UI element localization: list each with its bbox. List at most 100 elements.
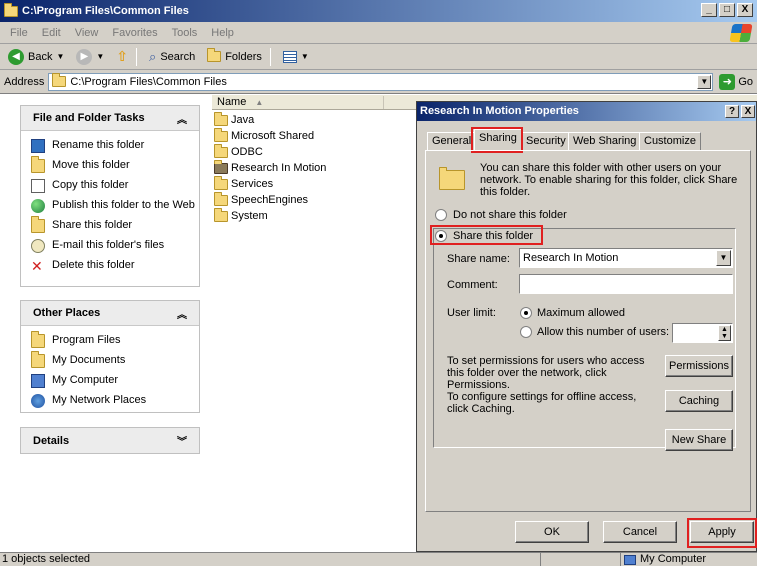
folders-button[interactable]: Folders bbox=[203, 46, 266, 68]
folder-icon bbox=[214, 143, 228, 158]
task-email-files[interactable]: E-mail this folder's files bbox=[31, 239, 199, 253]
task-pane: File and Folder Tasks ︽ Rename this fold… bbox=[0, 95, 212, 552]
task-rename-folder[interactable]: Rename this folder bbox=[31, 139, 199, 153]
place-program-files[interactable]: Program Files bbox=[31, 331, 199, 348]
spinner-icon[interactable]: ▲ ▼ bbox=[718, 325, 731, 341]
views-icon bbox=[282, 50, 297, 63]
dialog-title-bar[interactable]: Research In Motion Properties bbox=[417, 102, 756, 121]
minimize-button[interactable]: _ bbox=[701, 3, 717, 17]
status-divider bbox=[540, 553, 541, 566]
details-panel: Details ︾ bbox=[20, 427, 200, 454]
chevron-down-icon[interactable]: ▼ bbox=[716, 250, 731, 266]
no-share-label[interactable]: Do not share this folder bbox=[453, 209, 567, 221]
permissions-button[interactable]: Permissions bbox=[665, 355, 733, 377]
place-my-network-places[interactable]: My Network Places bbox=[31, 394, 199, 408]
list-item[interactable]: Java bbox=[214, 111, 254, 127]
close-button[interactable]: X bbox=[737, 3, 753, 17]
dialog-title: Research In Motion Properties bbox=[420, 105, 579, 117]
tab-web-sharing[interactable]: Web Sharing bbox=[568, 132, 642, 151]
go-label: Go bbox=[738, 75, 754, 88]
window-title-bar[interactable]: C:\Program Files\Common Files _ □ X bbox=[0, 0, 757, 22]
place-my-documents[interactable]: My Documents bbox=[31, 351, 199, 368]
menu-help[interactable]: Help bbox=[211, 27, 234, 39]
sort-asc-icon: ▲ bbox=[255, 98, 264, 107]
no-share-radio[interactable] bbox=[435, 209, 447, 221]
folder-open-icon bbox=[214, 159, 228, 174]
forward-arrow-icon: ▶ bbox=[76, 48, 93, 65]
place-label: My Documents bbox=[52, 354, 126, 366]
menu-tools[interactable]: Tools bbox=[172, 27, 198, 39]
help-button[interactable]: ? bbox=[725, 105, 739, 118]
list-item[interactable]: ODBC bbox=[214, 143, 263, 159]
allow-number-radio[interactable] bbox=[520, 326, 532, 338]
back-label: Back bbox=[28, 50, 53, 63]
status-bar: 1 objects selected My Computer bbox=[0, 552, 757, 566]
new-share-button[interactable]: New Share bbox=[665, 429, 733, 451]
maximize-button[interactable]: □ bbox=[719, 3, 735, 17]
delete-icon: ✕ bbox=[31, 258, 43, 274]
caching-button[interactable]: Caching bbox=[665, 390, 733, 412]
email-icon bbox=[31, 239, 45, 253]
address-input[interactable]: C:\Program Files\Common Files ▼ bbox=[48, 72, 714, 91]
column-name[interactable]: Name ▲ bbox=[212, 96, 384, 109]
task-move-folder[interactable]: Move this folder bbox=[31, 156, 199, 173]
list-item[interactable]: System bbox=[214, 207, 268, 223]
menu-bar: File Edit View Favorites Tools Help bbox=[0, 22, 757, 44]
menu-edit[interactable]: Edit bbox=[42, 27, 61, 39]
tab-general[interactable]: General bbox=[427, 132, 477, 151]
menu-favorites[interactable]: Favorites bbox=[112, 27, 157, 39]
other-places-header[interactable]: Other Places ︽ bbox=[21, 301, 199, 326]
panel-title: File and Folder Tasks bbox=[33, 112, 145, 124]
maximum-allowed-radio[interactable] bbox=[520, 307, 532, 319]
maximum-allowed-label[interactable]: Maximum allowed bbox=[537, 307, 625, 319]
dialog-close-button[interactable]: X bbox=[741, 105, 755, 118]
cancel-button[interactable]: Cancel bbox=[603, 521, 677, 543]
list-item[interactable]: Services bbox=[214, 175, 273, 191]
panel-title: Other Places bbox=[33, 307, 101, 319]
window-title: C:\Program Files\Common Files bbox=[22, 5, 189, 17]
status-selection-text: 1 objects selected bbox=[2, 553, 91, 565]
task-label: Rename this folder bbox=[52, 139, 145, 151]
collapse-icon[interactable]: ︽ bbox=[177, 111, 187, 126]
up-folder-icon: ⇧ bbox=[116, 48, 129, 64]
tab-customize[interactable]: Customize bbox=[639, 132, 701, 151]
list-item[interactable]: Microsoft Shared bbox=[214, 127, 314, 143]
expand-icon[interactable]: ︾ bbox=[177, 433, 187, 448]
up-folder-button[interactable]: ⇧ bbox=[112, 46, 132, 68]
place-my-computer[interactable]: My Computer bbox=[31, 374, 199, 388]
list-item[interactable]: SpeechEngines bbox=[214, 191, 308, 207]
task-share-folder[interactable]: Share this folder bbox=[31, 216, 199, 233]
task-delete-folder[interactable]: ✕ Delete this folder bbox=[31, 259, 199, 273]
folder-icon bbox=[214, 111, 228, 126]
shared-folder-icon bbox=[439, 164, 469, 192]
file-folder-tasks-header[interactable]: File and Folder Tasks ︽ bbox=[21, 106, 199, 131]
go-button[interactable]: ➜ Go bbox=[719, 73, 754, 90]
share-name-select[interactable]: Research In Motion ▼ bbox=[519, 248, 733, 268]
menu-file[interactable]: File bbox=[10, 27, 28, 39]
place-label: Program Files bbox=[52, 334, 121, 346]
forward-button[interactable]: ▶ ▼ bbox=[72, 46, 108, 68]
back-button[interactable]: ◀ Back ▼ bbox=[4, 46, 68, 68]
address-dropdown-icon[interactable]: ▼ bbox=[697, 74, 712, 89]
task-publish-folder[interactable]: Publish this folder to the Web bbox=[31, 199, 199, 213]
go-arrow-icon: ➜ bbox=[719, 73, 736, 90]
ok-button[interactable]: OK bbox=[515, 521, 589, 543]
views-button[interactable]: ▼ bbox=[279, 46, 313, 68]
file-folder-tasks-panel: File and Folder Tasks ︽ Rename this fold… bbox=[20, 105, 200, 287]
details-header[interactable]: Details ︾ bbox=[21, 428, 199, 453]
task-label: Copy this folder bbox=[52, 179, 129, 191]
share-name-label: Share name: bbox=[447, 253, 510, 265]
sharing-intro-text: You can share this folder with other use… bbox=[480, 162, 738, 198]
search-button[interactable]: ⌕ Search bbox=[145, 46, 199, 68]
list-item-selected[interactable]: Research In Motion bbox=[214, 159, 327, 175]
toolbar-separator bbox=[269, 47, 271, 66]
collapse-icon[interactable]: ︽ bbox=[177, 306, 187, 321]
other-places-panel: Other Places ︽ Program Files My Document… bbox=[20, 300, 200, 413]
user-count-stepper[interactable]: ▲ ▼ bbox=[672, 323, 733, 343]
task-copy-folder[interactable]: Copy this folder bbox=[31, 179, 199, 193]
menu-view[interactable]: View bbox=[75, 27, 99, 39]
tab-security[interactable]: Security bbox=[521, 132, 571, 151]
folder-icon bbox=[214, 191, 228, 206]
comment-input[interactable] bbox=[519, 274, 733, 294]
allow-number-label[interactable]: Allow this number of users: bbox=[537, 326, 669, 338]
